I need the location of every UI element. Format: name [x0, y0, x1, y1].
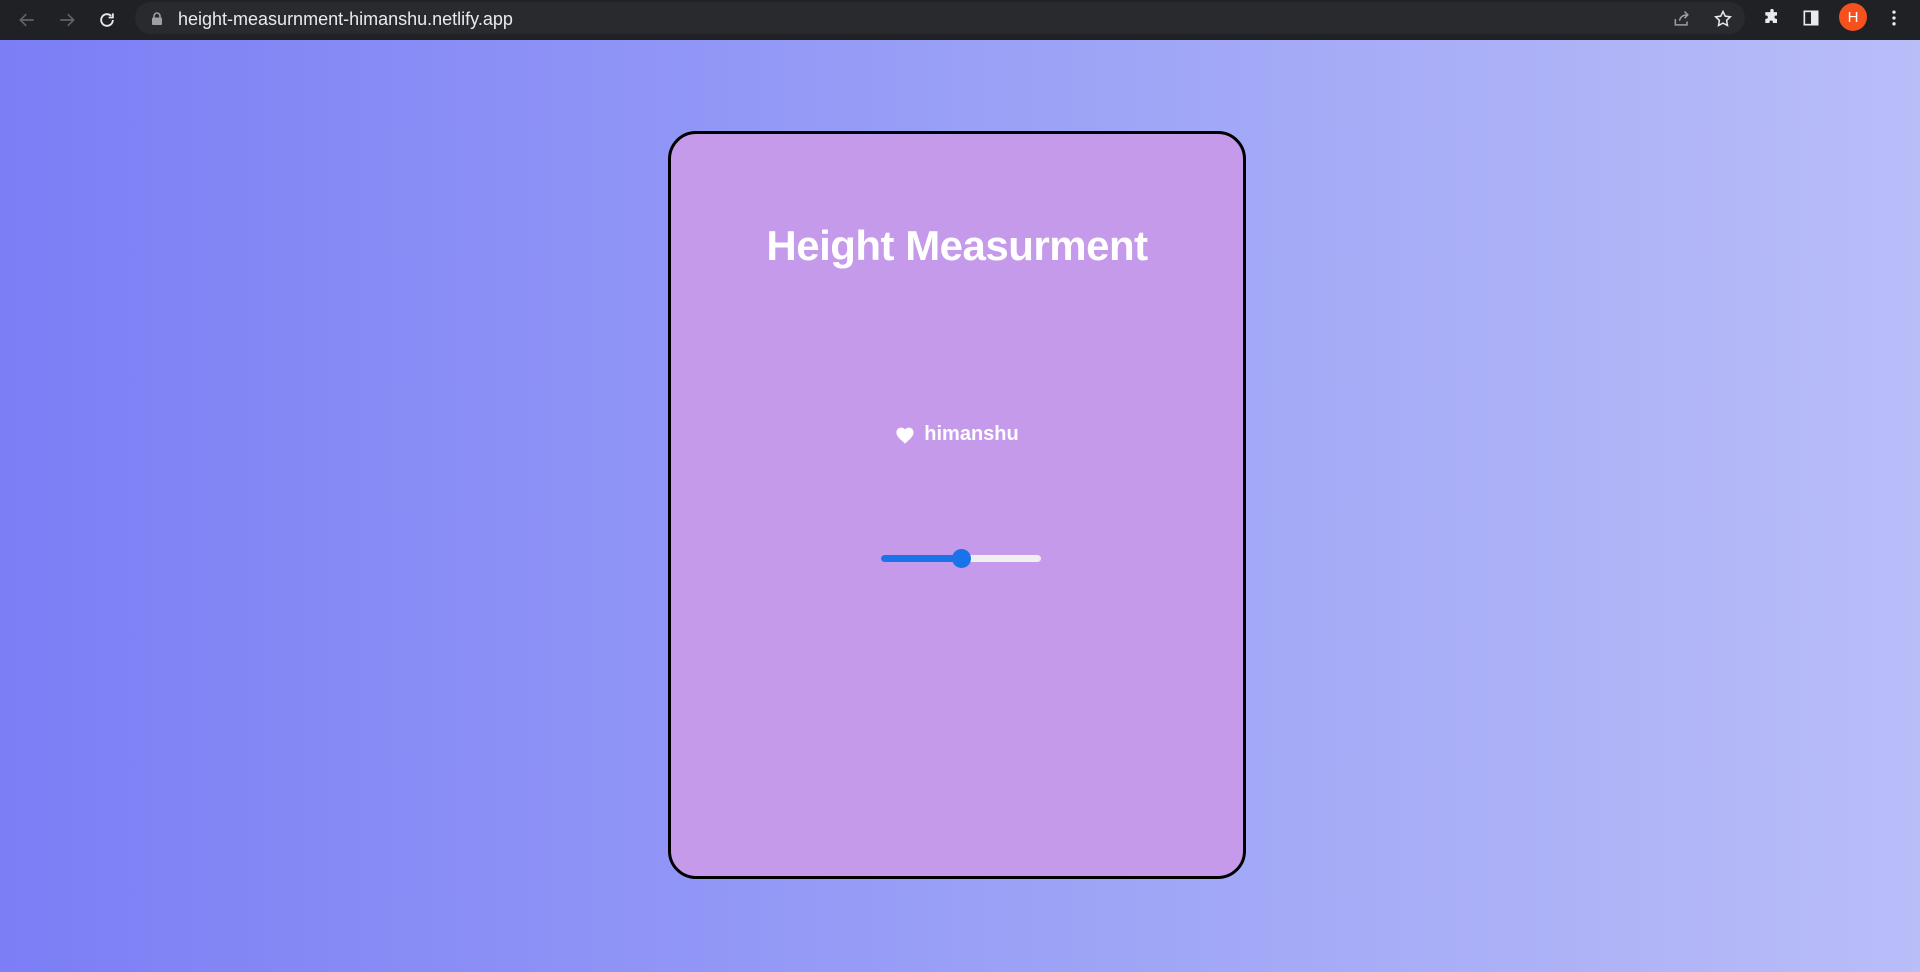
side-panel-icon [1803, 10, 1819, 26]
reload-button[interactable] [93, 6, 121, 34]
page-title: Height Measurment [766, 222, 1148, 269]
url-text[interactable]: height-measurnment-himanshu.netlify.app [178, 9, 513, 30]
address-bar[interactable]: height-measurnment-himanshu.netlify.app [135, 2, 1745, 34]
author-name: himanshu [924, 423, 1019, 445]
arrow-left-icon [19, 13, 34, 27]
share-button[interactable] [1671, 8, 1693, 30]
menu-button[interactable] [1882, 6, 1906, 30]
slider-fill [881, 555, 961, 562]
lock-icon [152, 12, 162, 25]
star-icon [1714, 9, 1732, 27]
side-panel-button[interactable] [1799, 6, 1823, 30]
heart-icon [896, 427, 914, 444]
slider-thumb[interactable] [952, 549, 971, 568]
height-slider[interactable] [881, 548, 1041, 568]
kebab-menu-icon [1892, 10, 1896, 26]
back-button[interactable] [13, 6, 41, 34]
share-icon [1674, 10, 1689, 26]
forward-button[interactable] [53, 6, 81, 34]
measurement-card: Height Measurment himanshu [668, 131, 1246, 879]
bookmark-button[interactable] [1712, 8, 1734, 30]
arrow-right-icon [60, 13, 75, 27]
author-credit: himanshu [671, 423, 1243, 446]
reload-icon [100, 13, 114, 27]
profile-avatar[interactable]: H [1839, 3, 1867, 31]
puzzle-icon [1765, 8, 1777, 23]
page-viewport: Height Measurment himanshu [0, 40, 1920, 972]
extensions-button[interactable] [1760, 6, 1784, 30]
browser-toolbar: height-measurnment-himanshu.netlify.app … [0, 0, 1920, 40]
